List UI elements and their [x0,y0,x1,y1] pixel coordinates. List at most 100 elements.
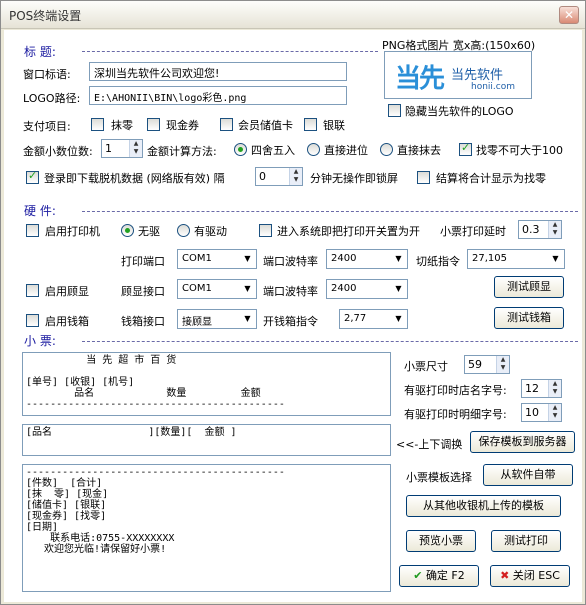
drawer-cmd-select[interactable]: 2,77 ▼ [339,309,408,329]
receipt-size-value: 59 [468,358,482,371]
lock-interval-stepper[interactable]: 0 ▲ ▼ [255,167,303,186]
enable-drawer-label: 启用钱箱 [45,315,89,328]
baud-rate-value-2: 2400 [331,283,357,294]
drawer-port-value: 接顾显 [182,317,212,328]
template-select-label: 小票模板选择 [406,471,472,484]
logo-main-text: 当先 [395,64,445,94]
cut-paper-label: 切纸指令 [416,255,460,268]
print-port-value: COM1 [182,253,212,264]
window-title: POS终端设置 [9,9,82,23]
test-print-button[interactable]: 测试打印 [491,530,561,552]
receipt-item-textarea[interactable]: [品名 ][数量][ 金额 ] [22,424,391,456]
logo-path-label: LOGO路径: [23,92,81,105]
method-radio-floor[interactable] [380,143,393,156]
sum-as-change-label: 结算将合计显示为找零 [436,172,546,185]
payment-label: 支付项目: [23,120,71,133]
decimals-stepper[interactable]: 1 ▲ ▼ [101,139,143,158]
payment-label-member: 会员储值卡 [238,119,293,132]
baud-rate-value-1: 2400 [331,253,357,264]
receipt-size-label: 小票尺寸 [404,360,448,373]
enable-display-checkbox[interactable] [26,284,39,297]
close-button-label: 关闭 ESC [512,569,560,582]
test-display-button[interactable]: 测试顾显 [494,276,564,298]
lock-screen-label: 分钟无操作即锁屏 [310,172,398,185]
hide-logo-checkbox[interactable] [388,104,401,117]
close-button[interactable]: ✖ 关闭 ESC [490,565,570,587]
section-receipt-heading: 小 票: [24,334,56,348]
test-drawer-button[interactable]: 测试钱箱 [494,307,564,329]
title-bar[interactable]: POS终端设置 ✕ [1,1,585,29]
display-port-label: 顾显接口 [121,285,165,298]
decimals-value: 1 [105,142,112,155]
logo-path-input[interactable]: E:\AHONII\BIN\logo彩色.png [89,86,347,105]
payment-checkbox-unionpay[interactable] [304,118,317,131]
print-delay-stepper[interactable]: 0.3 ▲ ▼ [518,220,562,239]
from-other-register-button[interactable]: 从其他收银机上传的模板 [406,495,561,517]
calc-method-label: 金额计算方法: [147,145,217,158]
client-area: 标 题: PNG格式图片 宽x高:(150x60) 窗口标语: 深圳当先软件公司… [4,30,582,602]
detail-font-stepper[interactable]: 10 ▲ ▼ [521,403,562,422]
logo-url-text: honii.com [471,82,515,92]
display-port-value: COM1 [182,283,212,294]
no-driver-radio[interactable] [121,224,134,237]
print-delay-label: 小票打印延时 [440,225,506,238]
shop-font-value: 12 [525,382,539,395]
no-driver-label: 无驱 [138,225,160,238]
download-offline-label: 登录即下载脱机数据 (网络版有效) 隔 [44,172,225,185]
drawer-cmd-value: 2,77 [344,313,367,324]
hide-logo-label: 隐藏当先软件的LOGO [405,105,514,118]
print-port-select[interactable]: COM1 ▼ [177,249,257,269]
logo-right-text: 当先软件 [451,68,504,83]
section-divider [82,341,578,342]
pos-settings-window: POS终端设置 ✕ 标 题: PNG格式图片 宽x高:(150x60) 窗口标语… [0,0,586,605]
drawer-port-select[interactable]: 接顾显 ▼ [177,309,257,329]
payment-checkbox-coupon[interactable] [147,118,160,131]
shop-font-stepper[interactable]: 12 ▲ ▼ [521,379,562,398]
shop-font-label: 有驱打印时店名字号: [404,384,507,397]
window-title-input[interactable]: 深圳当先软件公司欢迎您! [89,62,347,81]
baud-rate-select-1[interactable]: 2400 ▼ [326,249,408,269]
check-icon: ✔ [413,569,423,582]
section-hardware-heading: 硬 件: [24,204,56,218]
chevron-down-icon: ▼ [552,254,559,263]
chevron-down-icon: ▼ [395,284,402,293]
enable-printer-checkbox[interactable] [26,224,39,237]
logo-preview: 当先 当先软件 honii.com [384,51,532,99]
enable-printer-label: 启用打印机 [45,225,100,238]
download-offline-checkbox[interactable] [26,169,39,184]
swap-up-down-link[interactable]: <<-上下调换 [396,436,462,452]
window-title-label: 窗口标语: [23,68,71,81]
open-on-enter-checkbox[interactable] [259,224,272,237]
baud-rate-label-2: 端口波特率 [263,285,318,298]
change-limit-checkbox[interactable] [459,141,472,156]
sum-as-change-checkbox[interactable] [417,171,430,184]
detail-font-label: 有驱打印时明细字号: [404,408,507,421]
drawer-cmd-label: 开钱箱指令 [263,315,318,328]
payment-label-zero: 抹零 [111,119,133,132]
preview-receipt-button[interactable]: 预览小票 [406,530,476,552]
receipt-footer-textarea[interactable]: ----------------------------------------… [22,464,391,592]
payment-checkbox-zero[interactable] [91,118,104,131]
chevron-down-icon: ▼ [395,314,402,323]
receipt-header-textarea[interactable]: 当 先 超 市 百 货 [单号] [收银] [机号] 品名 数量 金额 ----… [22,352,391,416]
method-radio-round[interactable] [234,143,247,156]
section-title-heading: 标 题: [24,45,56,59]
cut-paper-select[interactable]: 27,105 ▼ [467,249,565,269]
ok-button[interactable]: ✔ 确定 F2 [399,565,479,587]
save-template-button[interactable]: 保存模板到服务器 [470,431,575,453]
method-radio-ceil[interactable] [307,143,320,156]
display-port-select[interactable]: COM1 ▼ [177,279,257,299]
chevron-down-icon: ▼ [244,314,251,323]
drawer-port-label: 钱箱接口 [121,315,165,328]
enable-drawer-checkbox[interactable] [26,314,39,327]
has-driver-radio[interactable] [177,224,190,237]
baud-rate-select-2[interactable]: 2400 ▼ [326,279,408,299]
payment-checkbox-member[interactable] [220,118,233,131]
cut-paper-value: 27,105 [472,253,507,264]
from-software-button[interactable]: 从软件自带 [483,464,573,486]
payment-label-unionpay: 银联 [323,119,345,132]
close-window-button[interactable]: ✕ [559,6,579,24]
change-limit-label: 找零不可大于100 [476,144,563,157]
receipt-size-stepper[interactable]: 59 ▲ ▼ [464,355,510,374]
detail-font-value: 10 [525,406,539,419]
